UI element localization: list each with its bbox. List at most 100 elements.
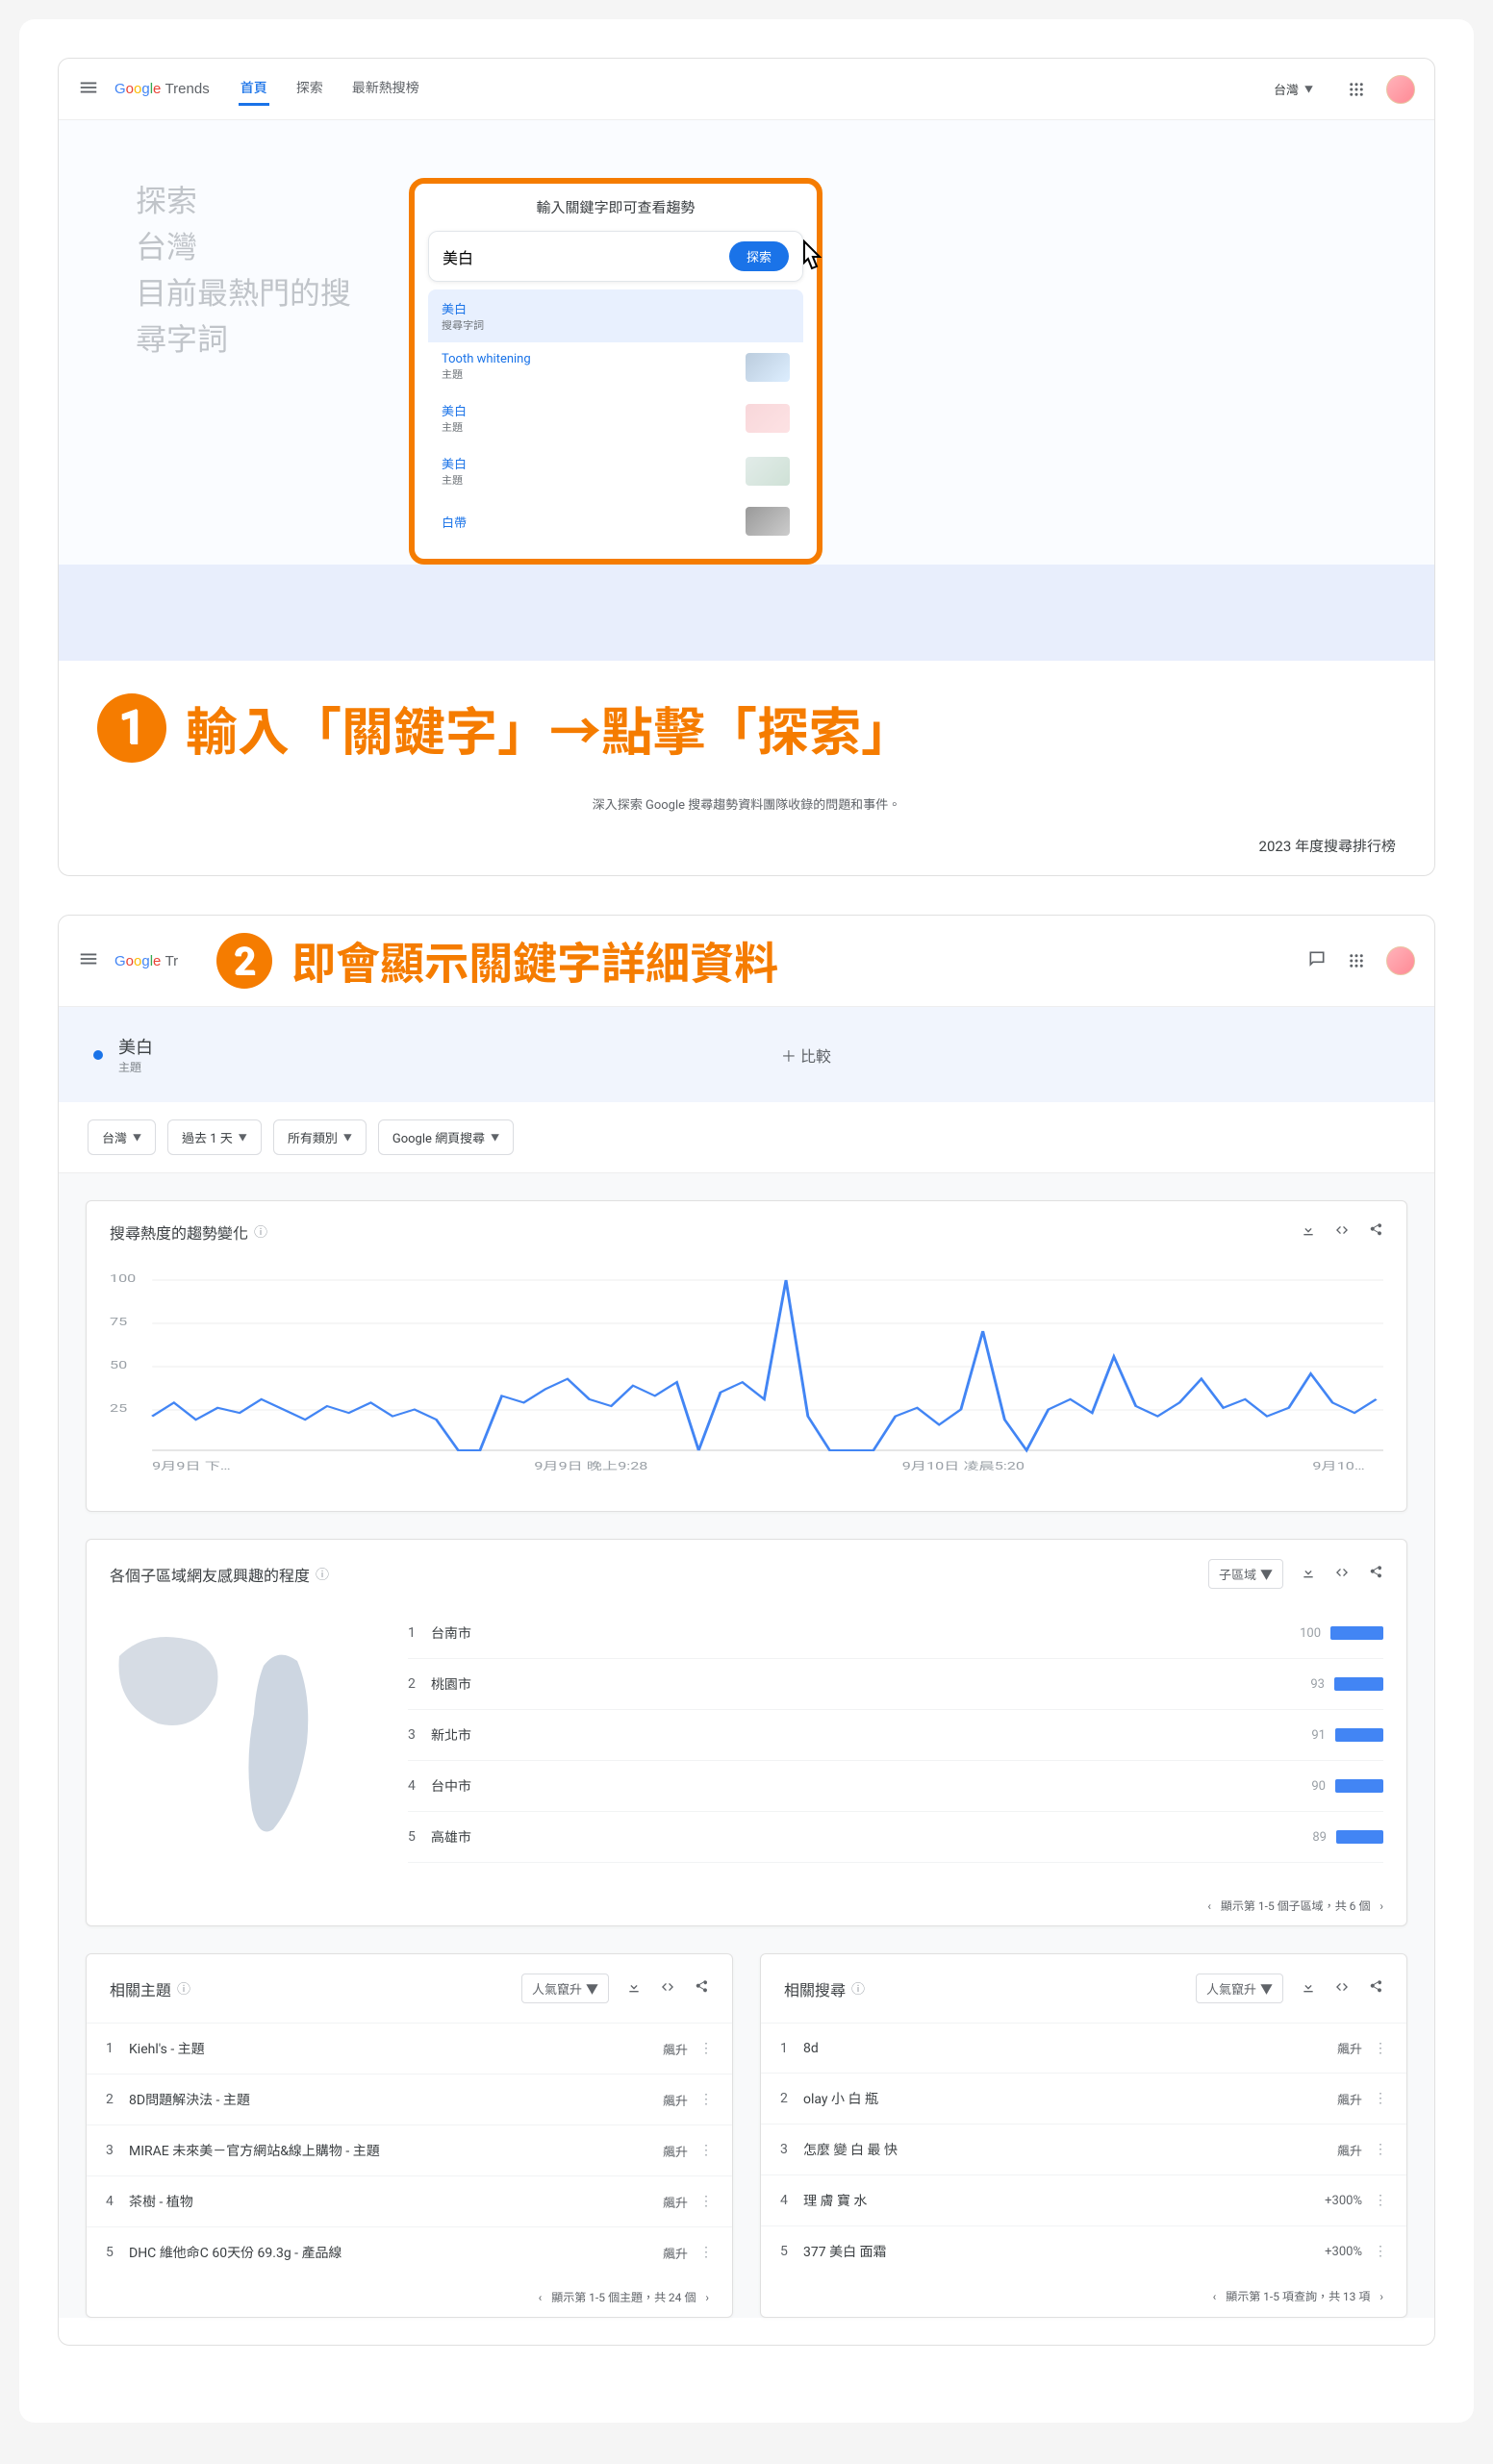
region-row[interactable]: 1台南市100 (408, 1608, 1383, 1659)
download-icon[interactable] (1301, 1979, 1316, 1999)
query-term-cell[interactable]: 美白 主題 (59, 1007, 746, 1102)
year-in-search-strip: 2023 年度搜尋排行榜 (59, 832, 1434, 875)
more-icon[interactable]: ⋮ (699, 2245, 713, 2260)
more-icon[interactable]: ⋮ (699, 2041, 713, 2056)
cursor-pointer-icon (793, 236, 831, 289)
svg-text:9月10日 凌晨5:20: 9月10日 凌晨5:20 (902, 1460, 1025, 1472)
more-icon[interactable]: ⋮ (699, 2092, 713, 2107)
filter-search-type[interactable]: Google 網頁搜尋▼ (378, 1119, 514, 1155)
interest-over-time-card: 搜尋熱度的趨勢變化 ⓘ 100755025 (86, 1200, 1407, 1512)
svg-text:75: 75 (110, 1316, 127, 1328)
tab-explore[interactable]: 探索 (294, 72, 325, 106)
sort-select[interactable]: 人氣竄升▼ (521, 1974, 609, 2003)
filter-region[interactable]: 台灣▼ (88, 1119, 156, 1155)
suggestion-item[interactable]: 美白搜尋字詞 (428, 289, 803, 342)
prev-page-icon[interactable]: ‹ (1207, 1899, 1211, 1913)
share-icon[interactable] (1368, 1565, 1383, 1584)
help-icon[interactable]: ⓘ (177, 1979, 190, 1999)
download-icon[interactable] (1301, 1565, 1316, 1584)
embed-icon[interactable] (1333, 1565, 1351, 1584)
add-compare-cell[interactable]: ＋ 比較 (746, 1007, 1434, 1102)
hero-footer-strip (59, 565, 1434, 661)
related-topics-card: 相關主題 ⓘ 人氣竄升▼ 1Kiehl's - 主題飆升⋮28D問題解決法 - … (86, 1953, 733, 2318)
help-icon[interactable]: ⓘ (851, 1979, 865, 1999)
suggestion-thumb (746, 353, 790, 382)
header-bar: Google Tr 2 即會顯示關鍵字詳細資料 (59, 916, 1434, 1007)
sort-select[interactable]: 人氣竄升▼ (1196, 1974, 1283, 2003)
help-icon[interactable]: ⓘ (254, 1222, 267, 1242)
svg-text:25: 25 (110, 1402, 127, 1415)
related-row[interactable]: 18d飆升⋮ (761, 2023, 1406, 2073)
more-icon[interactable]: ⋮ (699, 2194, 713, 2209)
related-queries-card: 相關搜尋 ⓘ 人氣竄升▼ 18d飆升⋮2olay 小 白 瓶飆升⋮3怎麼 變 白… (760, 1953, 1407, 2318)
card-title: 相關主題 (110, 1977, 171, 2000)
region-select[interactable]: 台灣▼ (1260, 72, 1327, 106)
suggestion-item[interactable]: Tooth whitening主題 (428, 342, 803, 391)
related-row[interactable]: 5377 美白 面霜+300%⋮ (761, 2225, 1406, 2276)
related-row[interactable]: 4理 膚 寶 水+300%⋮ (761, 2175, 1406, 2225)
region-level-select[interactable]: 子區域▼ (1208, 1559, 1283, 1589)
related-row[interactable]: 4茶樹 - 植物飆升⋮ (87, 2175, 732, 2226)
next-page-icon[interactable]: › (1379, 1899, 1383, 1913)
download-icon[interactable] (1301, 1222, 1316, 1242)
search-input[interactable] (443, 248, 729, 265)
tab-trending[interactable]: 最新熱搜榜 (350, 72, 421, 106)
share-icon[interactable] (694, 1979, 709, 1999)
region-row[interactable]: 2桃園市93 (408, 1659, 1383, 1710)
region-row[interactable]: 4台中市90 (408, 1761, 1383, 1812)
search-highlight-box: 輸入關鍵字即可查看趨勢 探索 美白搜尋字詞 Tooth whitening主題 … (409, 178, 822, 565)
suggestion-item[interactable]: 美白主題 (428, 391, 803, 444)
embed-icon[interactable] (659, 1979, 676, 1999)
suggestion-dropdown: 美白搜尋字詞 Tooth whitening主題 美白主題 美白主題 白帶 (428, 289, 803, 545)
suggestion-item[interactable]: 美白主題 (428, 444, 803, 497)
related-row[interactable]: 3怎麼 變 白 最 快飆升⋮ (761, 2124, 1406, 2175)
region-row[interactable]: 3新北市91 (408, 1710, 1383, 1761)
avatar[interactable] (1386, 946, 1415, 975)
related-row[interactable]: 3MIRAE 未來美－官方網站&線上購物 - 主題飆升⋮ (87, 2125, 732, 2175)
related-row[interactable]: 28D問題解決法 - 主題飆升⋮ (87, 2074, 732, 2125)
prev-page-icon[interactable]: ‹ (1213, 2290, 1217, 2303)
more-icon[interactable]: ⋮ (1374, 2091, 1387, 2106)
share-icon[interactable] (1368, 1222, 1383, 1242)
next-page-icon[interactable]: › (1379, 2290, 1383, 2303)
hero-tagline: 探索 台灣 目前最熱門的搜 尋字詞 (136, 178, 351, 565)
more-icon[interactable]: ⋮ (1374, 2041, 1387, 2056)
svg-text:9月9日 下…: 9月9日 下… (152, 1460, 231, 1472)
taiwan-map[interactable] (110, 1608, 379, 1858)
apps-icon[interactable] (1348, 81, 1365, 98)
screenshot-2-explore: Google Tr 2 即會顯示關鍵字詳細資料 美白 主題 (58, 915, 1435, 2346)
tab-home[interactable]: 首頁 (239, 72, 269, 106)
region-row[interactable]: 5高雄市89 (408, 1812, 1383, 1863)
related-row[interactable]: 1Kiehl's - 主題飆升⋮ (87, 2023, 732, 2074)
suggestion-item[interactable]: 白帶 (428, 497, 803, 545)
google-trends-logo[interactable]: Google Trends (114, 81, 210, 97)
google-trends-logo[interactable]: Google Tr (114, 953, 178, 969)
embed-icon[interactable] (1333, 1979, 1351, 1999)
prev-page-icon[interactable]: ‹ (539, 2291, 543, 2304)
annotation-1-subtext: 深入探索 Google 搜尋趨勢資料團隊收錄的問題和事件。 (59, 794, 1434, 813)
suggestion-thumb (746, 404, 790, 433)
explore-button[interactable]: 探索 (729, 241, 789, 271)
menu-icon[interactable] (78, 948, 99, 973)
more-icon[interactable]: ⋮ (1374, 2142, 1387, 2157)
embed-icon[interactable] (1333, 1222, 1351, 1242)
filter-time[interactable]: 過去 1 天▼ (167, 1119, 262, 1155)
more-icon[interactable]: ⋮ (699, 2143, 713, 2158)
card-title: 搜尋熱度的趨勢變化 (110, 1220, 248, 1244)
hero-section: 探索 台灣 目前最熱門的搜 尋字詞 輸入關鍵字即可查看趨勢 探索 美白搜尋字詞 … (59, 120, 1434, 565)
apps-icon[interactable] (1348, 952, 1365, 969)
next-page-icon[interactable]: › (705, 2291, 709, 2304)
avatar[interactable] (1386, 75, 1415, 104)
download-icon[interactable] (626, 1979, 642, 1999)
related-row[interactable]: 5DHC 維他命C 60天份 69.3g - 產品線飆升⋮ (87, 2226, 732, 2277)
help-icon[interactable]: ⓘ (316, 1565, 329, 1584)
menu-icon[interactable] (78, 77, 99, 102)
header-tabs: 首頁 探索 最新熱搜榜 (239, 72, 421, 106)
more-icon[interactable]: ⋮ (1374, 2193, 1387, 2208)
more-icon[interactable]: ⋮ (1374, 2244, 1387, 2259)
share-icon[interactable] (1368, 1979, 1383, 1999)
card-title: 相關搜尋 (784, 1977, 846, 2000)
filter-category[interactable]: 所有類別▼ (273, 1119, 367, 1155)
related-row[interactable]: 2olay 小 白 瓶飆升⋮ (761, 2073, 1406, 2124)
feedback-icon[interactable] (1307, 949, 1327, 972)
